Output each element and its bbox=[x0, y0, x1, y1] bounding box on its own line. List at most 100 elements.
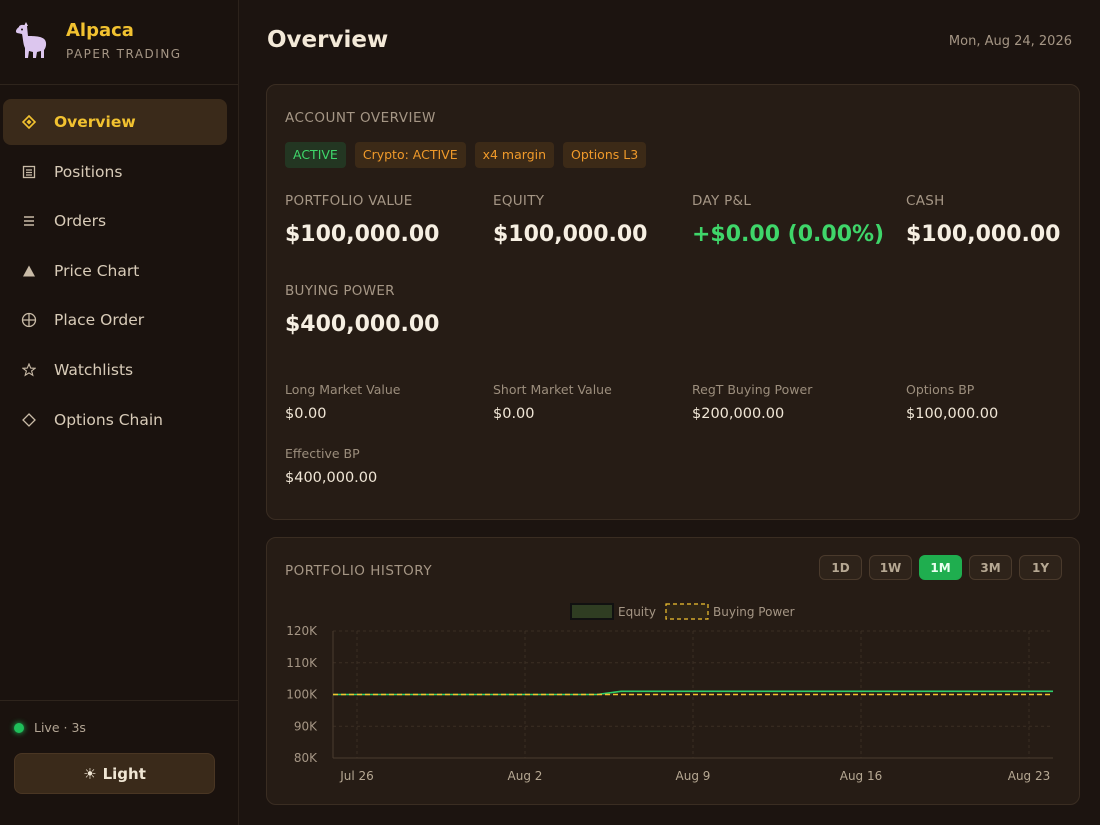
y-tick-label: 90K bbox=[294, 719, 318, 733]
x-axis-ticks: Jul 26 Aug 2 Aug 9 Aug 16 Aug 23 bbox=[339, 769, 1050, 783]
range-button-1y[interactable]: 1Y bbox=[1019, 555, 1062, 580]
detail-value: $400,000.00 bbox=[285, 470, 378, 486]
list-icon bbox=[21, 164, 37, 180]
chart-legend: Equity Buying Power bbox=[570, 603, 795, 620]
detail-regt-buying-power: RegT Buying Power $200,000.00 bbox=[692, 382, 812, 422]
sidebar-item-label: Watchlists bbox=[54, 360, 134, 379]
status-badge-crypto: Crypto: ACTIVE bbox=[354, 142, 466, 168]
crosshair-icon bbox=[21, 312, 37, 328]
legend-label-equity: Equity bbox=[618, 605, 656, 619]
sidebar-item-positions[interactable]: Positions bbox=[3, 149, 227, 195]
status-badge-margin: x4 margin bbox=[474, 142, 555, 168]
triangle-icon bbox=[21, 263, 37, 279]
portfolio-history-card: PORTFOLIO HISTORY 1D 1W 1M 3M 1Y Equity … bbox=[266, 537, 1080, 805]
detail-options-bp: Options BP $100,000.00 bbox=[906, 382, 998, 422]
live-status-text: Live · 3s bbox=[34, 720, 86, 735]
sidebar-item-label: Orders bbox=[54, 212, 107, 231]
metric-portfolio-value: PORTFOLIO VALUE $100,000.00 bbox=[285, 193, 439, 247]
sidebar-nav: Overview Positions Orders Price Chart Pl… bbox=[3, 99, 227, 446]
metric-value: $100,000.00 bbox=[285, 222, 440, 247]
metric-value: +$0.00 (0.00%) bbox=[692, 222, 885, 247]
legend-label-buying-power: Buying Power bbox=[713, 605, 795, 619]
diamond-icon bbox=[21, 114, 37, 130]
metric-buying-power: BUYING POWER $400,000.00 bbox=[285, 283, 439, 337]
x-tick-label: Aug 16 bbox=[840, 769, 883, 783]
y-tick-label: 100K bbox=[286, 688, 318, 702]
metric-label: BUYING POWER bbox=[285, 283, 395, 299]
range-button-3m[interactable]: 3M bbox=[969, 555, 1012, 580]
lines-icon bbox=[21, 213, 37, 229]
account-overview-card: ACCOUNT OVERVIEW ACTIVE Crypto: ACTIVE x… bbox=[266, 84, 1080, 520]
brand-name: Alpaca bbox=[66, 20, 134, 41]
theme-toggle-label: Light bbox=[102, 764, 146, 783]
status-badge-options-level: Options L3 bbox=[563, 142, 647, 168]
sidebar-item-label: Options Chain bbox=[54, 410, 164, 429]
star-icon bbox=[21, 362, 37, 378]
sidebar-item-overview[interactable]: Overview bbox=[3, 99, 227, 145]
range-selector: 1D 1W 1M 3M 1Y bbox=[812, 555, 1062, 580]
detail-effective-bp: Effective BP $400,000.00 bbox=[285, 446, 377, 486]
sidebar-item-label: Price Chart bbox=[54, 261, 140, 280]
detail-value: $200,000.00 bbox=[692, 406, 785, 422]
sidebar-item-label: Positions bbox=[54, 162, 123, 181]
range-button-1m[interactable]: 1M bbox=[919, 555, 962, 580]
x-tick-label: Jul 26 bbox=[339, 769, 374, 783]
detail-value: $0.00 bbox=[493, 406, 535, 422]
metric-label: EQUITY bbox=[493, 193, 545, 209]
theme-toggle-button[interactable]: ☀ Light bbox=[14, 753, 215, 794]
sidebar-item-label: Place Order bbox=[54, 311, 145, 330]
brand[interactable]: Alpaca PAPER TRADING bbox=[14, 20, 234, 64]
detail-label: RegT Buying Power bbox=[692, 382, 813, 397]
x-tick-label: Aug 9 bbox=[676, 769, 711, 783]
sidebar-item-orders[interactable]: Orders bbox=[3, 198, 227, 244]
y-tick-label: 80K bbox=[294, 751, 318, 765]
sidebar-footer-divider bbox=[0, 700, 238, 701]
live-dot-icon bbox=[14, 722, 24, 733]
detail-long-market-value: Long Market Value $0.00 bbox=[285, 382, 401, 422]
range-button-1w[interactable]: 1W bbox=[869, 555, 912, 580]
alpaca-logo-icon bbox=[15, 22, 47, 59]
detail-value: $0.00 bbox=[285, 406, 327, 422]
detail-value: $100,000.00 bbox=[906, 406, 999, 422]
metric-equity: EQUITY $100,000.00 bbox=[493, 193, 647, 247]
live-status: Live · 3s bbox=[14, 720, 86, 735]
brand-subtitle: PAPER TRADING bbox=[66, 47, 182, 61]
detail-label: Options BP bbox=[906, 382, 975, 397]
account-overview-title: ACCOUNT OVERVIEW bbox=[285, 110, 436, 126]
sun-icon: ☀ bbox=[83, 764, 97, 783]
portfolio-history-chart: Equity Buying Power 120K 110K 100K 90K 80K J… bbox=[286, 603, 1053, 783]
sidebar-item-place-order[interactable]: Place Order bbox=[3, 297, 227, 343]
sidebar-item-watchlists[interactable]: Watchlists bbox=[3, 347, 227, 393]
detail-label: Short Market Value bbox=[493, 382, 612, 397]
metric-value: $100,000.00 bbox=[906, 222, 1061, 247]
metric-label: CASH bbox=[906, 193, 945, 209]
y-axis-ticks: 120K 110K 100K 90K 80K bbox=[286, 624, 318, 765]
sidebar-item-label: Overview bbox=[54, 113, 136, 131]
legend-swatch-buying-power bbox=[665, 603, 709, 620]
metric-day-pnl: DAY P&L +$0.00 (0.00%) bbox=[692, 193, 884, 247]
x-tick-label: Aug 2 bbox=[508, 769, 543, 783]
metric-label: DAY P&L bbox=[692, 193, 752, 209]
metric-cash: CASH $100,000.00 bbox=[906, 193, 1060, 247]
x-tick-label: Aug 23 bbox=[1008, 769, 1051, 783]
current-date: Mon, Aug 24, 2026 bbox=[948, 34, 1072, 49]
brand-divider bbox=[0, 84, 238, 85]
legend-swatch-equity bbox=[570, 603, 614, 620]
detail-label: Long Market Value bbox=[285, 382, 401, 397]
range-button-1d[interactable]: 1D bbox=[819, 555, 862, 580]
metric-value: $100,000.00 bbox=[493, 222, 648, 247]
y-tick-label: 110K bbox=[286, 656, 318, 670]
portfolio-history-title: PORTFOLIO HISTORY bbox=[285, 563, 433, 579]
detail-short-market-value: Short Market Value $0.00 bbox=[493, 382, 612, 422]
y-tick-label: 120K bbox=[286, 624, 318, 638]
sidebar: Alpaca PAPER TRADING Overview Positions … bbox=[0, 0, 239, 825]
metric-value: $400,000.00 bbox=[285, 312, 440, 337]
metric-label: PORTFOLIO VALUE bbox=[285, 193, 413, 209]
sidebar-item-price-chart[interactable]: Price Chart bbox=[3, 248, 227, 294]
page-title: Overview bbox=[267, 27, 389, 53]
account-badges: ACTIVE Crypto: ACTIVE x4 margin Options … bbox=[285, 142, 655, 168]
sidebar-item-options-chain[interactable]: Options Chain bbox=[3, 397, 227, 443]
status-badge-active: ACTIVE bbox=[285, 142, 346, 168]
diamond-outline-icon bbox=[21, 412, 37, 428]
detail-label: Effective BP bbox=[285, 446, 360, 461]
